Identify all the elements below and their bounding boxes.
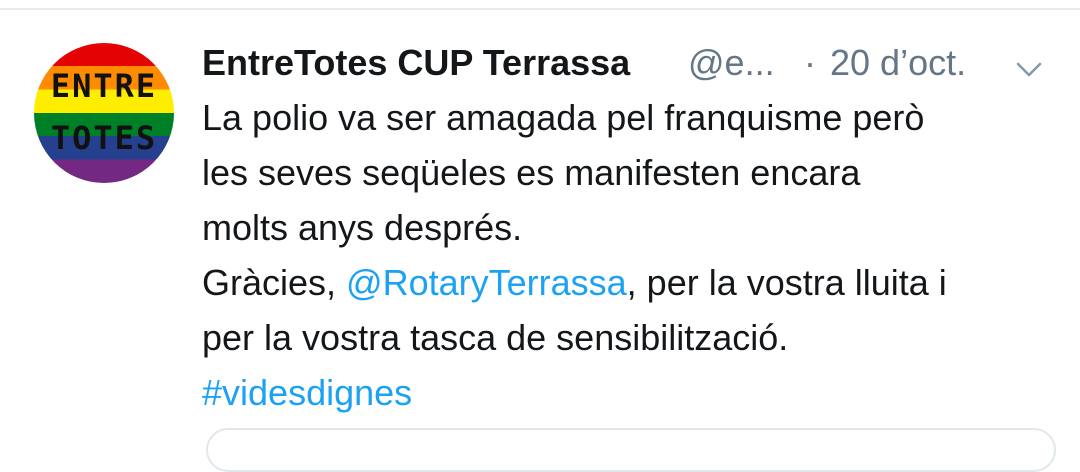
chevron-down-icon[interactable]	[1014, 48, 1044, 78]
display-name[interactable]: EntreTotes CUP Terrassa	[202, 38, 630, 88]
tweet-text-segment: , per la vostra lluita i	[626, 262, 947, 303]
tweet-header: EntreTotes CUP Terrassa @e... · 20 d’oct…	[202, 38, 1052, 88]
user-handle[interactable]: @e...	[688, 38, 775, 88]
timestamp[interactable]: 20 d’oct.	[830, 38, 966, 88]
tweet-text-line: La polio va ser amagada pel franquisme p…	[202, 97, 925, 138]
tweet-text-line: molts anys després.	[202, 207, 523, 248]
avatar-text-line2: TOTES	[50, 119, 158, 157]
tweet-text-line: per la vostra tasca de sensibilització.	[202, 317, 789, 358]
avatar-text-line1: ENTRE	[50, 67, 158, 105]
separator-dot: ·	[804, 42, 816, 83]
mention-link[interactable]: @RotaryTerrassa	[346, 262, 627, 303]
hashtag-link[interactable]: #videsdignes	[202, 372, 412, 413]
tweet-text-line: #videsdignes	[202, 365, 1062, 420]
tweet-text: La polio va ser amagada pel franquisme p…	[202, 90, 1062, 420]
tweet-text-segment: Gràcies,	[202, 262, 347, 303]
top-divider	[0, 8, 1080, 10]
avatar[interactable]: ENTRE TOTES	[34, 43, 174, 183]
attached-card-edge[interactable]	[206, 428, 1056, 472]
tweet-text-line: Gràcies, @RotaryTerrassa, per la vostra …	[202, 255, 1062, 310]
tweet-text-line: les seves seqüeles es manifesten encara	[202, 152, 861, 193]
